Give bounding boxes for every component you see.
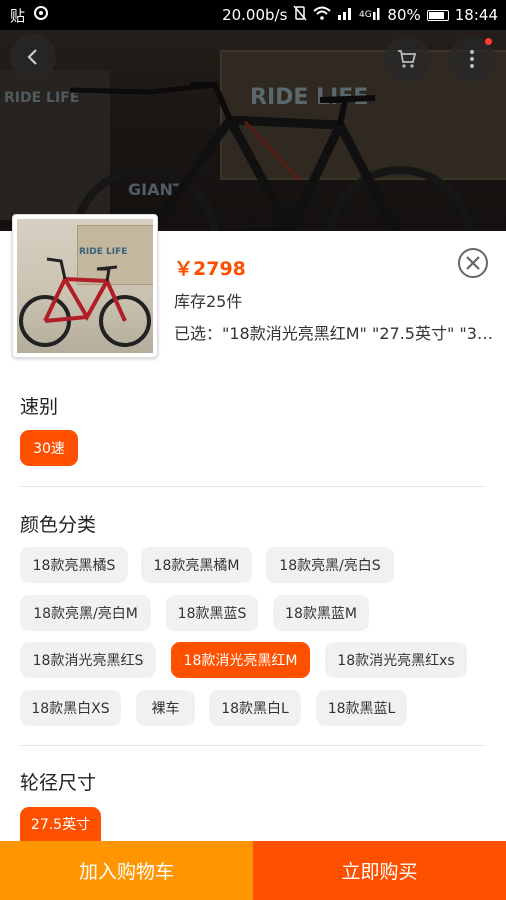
selected-sku-summary: 已选："18款消光亮黑红M" "27.5英寸" "30速" — [174, 324, 502, 343]
option-chip[interactable]: 18款黑蓝M — [273, 595, 369, 631]
vibrate-icon — [293, 5, 307, 25]
option-chip[interactable]: 18款消光亮黑红S — [20, 642, 156, 678]
option-chip[interactable]: 18款黑蓝L — [316, 690, 407, 726]
battery-percent: 80% — [387, 6, 421, 24]
thumb-bike-illustration — [19, 257, 151, 347]
option-chip[interactable]: 裸车 — [136, 690, 195, 726]
price: ￥2798 — [174, 258, 246, 280]
divider — [20, 486, 486, 487]
notification-icon: 贴 — [10, 6, 26, 25]
notification-dot — [485, 38, 492, 45]
hero-overlay — [0, 30, 506, 231]
add-to-cart-button[interactable]: 加入购物车 — [0, 841, 253, 900]
option-chip[interactable]: 18款亮黑橘S — [20, 547, 128, 583]
status-bar: 贴 20.00b/s 4G 80% 18:44 — [0, 0, 506, 30]
divider — [20, 745, 486, 746]
bottom-action-bar: 加入购物车 立即购买 — [0, 841, 506, 900]
option-chip[interactable]: 18款黑蓝S — [166, 595, 258, 631]
battery-icon — [426, 9, 449, 21]
section-title-speed: 速别 — [20, 396, 59, 418]
net-speed: 20.00b/s — [222, 6, 288, 24]
thumbnail-image: RIDE LIFE — [17, 219, 153, 353]
section-title-color: 颜色分类 — [20, 514, 97, 536]
wifi-icon — [313, 6, 332, 24]
buy-now-button[interactable]: 立即购买 — [253, 841, 506, 900]
close-button[interactable] — [457, 247, 489, 279]
more-vertical-icon — [470, 50, 474, 68]
cart-icon — [398, 50, 417, 68]
chevron-left-icon — [27, 49, 37, 65]
cart-button[interactable] — [384, 36, 430, 82]
signal-icon — [337, 6, 353, 24]
option-chip[interactable]: 18款消光亮黑红M — [171, 642, 310, 678]
signal-4g-icon: 4G — [359, 6, 381, 24]
option-chip[interactable]: 27.5英寸 — [20, 807, 101, 841]
option-chip[interactable]: 18款消光亮黑红xs — [325, 642, 467, 678]
close-icon — [458, 248, 488, 278]
option-chip[interactable]: 18款亮黑橘M — [141, 547, 252, 583]
back-button[interactable] — [10, 34, 56, 80]
product-hero-image: RIDE LIFE RIDE LIFE GIANT — [0, 30, 506, 231]
clock: 18:44 — [454, 6, 498, 24]
svg-text:4G: 4G — [359, 10, 372, 20]
option-chip[interactable]: 18款黑白L — [209, 690, 301, 726]
option-chip[interactable]: 18款黑白XS — [20, 690, 121, 726]
option-chip[interactable]: 18款亮黑/亮白M — [20, 595, 151, 631]
stock-count: 库存25件 — [174, 292, 243, 311]
sync-icon — [33, 5, 49, 25]
option-chip[interactable]: 18款亮黑/亮白S — [266, 547, 394, 583]
product-thumbnail[interactable]: RIDE LIFE — [12, 214, 158, 358]
option-chip[interactable]: 30速 — [20, 430, 78, 466]
section-title-wheel-size: 轮径尺寸 — [20, 772, 97, 794]
